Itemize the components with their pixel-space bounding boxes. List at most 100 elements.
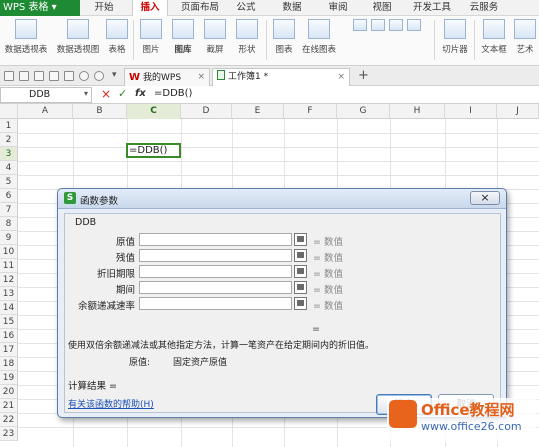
menu-data[interactable]: 数据 [274, 0, 310, 16]
print-preview-icon[interactable] [49, 71, 59, 81]
row-header[interactable]: 8 [0, 217, 18, 231]
table-button[interactable]: 表格 [104, 19, 130, 55]
row-header[interactable]: 17 [0, 343, 18, 357]
tab-my-wps[interactable]: W 我的WPS × [124, 68, 210, 86]
column-header[interactable]: F [284, 104, 337, 119]
new-tab-button[interactable]: + [358, 68, 369, 83]
row-header[interactable]: 22 [0, 413, 18, 427]
wps-w-icon: W [129, 72, 141, 83]
column-header[interactable]: D [181, 104, 232, 119]
active-cell-c3[interactable]: =DDB() [126, 143, 181, 158]
online-chart-icon [308, 19, 330, 39]
row-header[interactable]: 3 [0, 147, 18, 161]
menu-review[interactable]: 审阅 [320, 0, 356, 16]
column-header[interactable]: B [73, 104, 127, 119]
pivot-table-button[interactable]: 数据透视表 [2, 19, 50, 55]
row-header[interactable]: 11 [0, 259, 18, 273]
shape-button[interactable]: 形状 [232, 19, 262, 55]
menu-developer[interactable]: 开发工具 [408, 0, 456, 16]
format-painter-icon[interactable] [64, 71, 74, 81]
range-select-icon[interactable] [294, 249, 307, 262]
print-icon[interactable] [34, 71, 44, 81]
arg-label: 原值 [115, 237, 135, 248]
arg-result: = 数值 [313, 237, 343, 248]
column-header[interactable]: E [232, 104, 284, 119]
row-header[interactable]: 20 [0, 385, 18, 399]
select-all-corner[interactable] [0, 104, 18, 119]
dialog-title-bar[interactable]: S 函数参数 × [58, 189, 506, 209]
grid-line [18, 175, 539, 176]
close-tab-icon[interactable]: × [197, 69, 205, 86]
row-header[interactable]: 4 [0, 161, 18, 175]
arg-result: = 数值 [313, 253, 343, 264]
slicer-button[interactable]: 切片器 [438, 19, 472, 55]
tab-workbook1[interactable]: 工作簿1 * × [212, 68, 350, 86]
row-header[interactable]: 21 [0, 399, 18, 413]
row-header[interactable]: 9 [0, 231, 18, 245]
salvage-input[interactable] [139, 249, 292, 262]
period-input[interactable] [139, 281, 292, 294]
pivot-chart-button[interactable]: 数据透视图 [54, 19, 102, 55]
open-folder-icon[interactable] [4, 71, 14, 81]
column-header[interactable]: I [445, 104, 497, 119]
help-link[interactable]: 有关该函数的帮助(H) [68, 397, 154, 410]
menu-page-layout[interactable]: 页面布局 [176, 0, 224, 16]
row-header[interactable]: 15 [0, 315, 18, 329]
picture-button[interactable]: 图片 [136, 19, 166, 55]
range-select-icon[interactable] [294, 297, 307, 310]
chart-types-group[interactable] [342, 19, 432, 31]
row-header[interactable]: 16 [0, 329, 18, 343]
wordart-button[interactable]: 艺术 [512, 19, 538, 55]
factor-input[interactable] [139, 297, 292, 310]
screenshot-button[interactable]: 截屏 [200, 19, 230, 55]
column-header[interactable]: H [390, 104, 445, 119]
row-header[interactable]: 19 [0, 371, 18, 385]
name-box[interactable]: DDB [0, 87, 92, 103]
name-box-dropdown-icon[interactable]: ▾ [84, 89, 88, 98]
redo-icon[interactable] [94, 71, 104, 81]
online-chart-button[interactable]: 在线图表 [300, 19, 338, 55]
row-header[interactable]: 13 [0, 287, 18, 301]
undo-icon[interactable] [79, 71, 89, 81]
close-icon[interactable]: × [470, 191, 500, 205]
close-tab-icon[interactable]: × [337, 69, 345, 86]
life-input[interactable] [139, 265, 292, 278]
row-header[interactable]: 7 [0, 203, 18, 217]
formula-input[interactable]: =DDB() [154, 88, 534, 102]
menu-insert[interactable]: 插入 [132, 0, 168, 16]
ribbon-separator [474, 20, 475, 60]
spreadsheet-doc-icon [217, 70, 225, 80]
menu-formulas[interactable]: 公式 [228, 0, 264, 16]
row-header[interactable]: 6 [0, 189, 18, 203]
range-select-icon[interactable] [294, 233, 307, 246]
row-header[interactable]: 5 [0, 175, 18, 189]
menu-view[interactable]: 视图 [364, 0, 400, 16]
column-header[interactable]: C [127, 104, 181, 119]
column-header[interactable]: G [337, 104, 390, 119]
row-header[interactable]: 10 [0, 245, 18, 259]
row-header[interactable]: 14 [0, 301, 18, 315]
chart-button[interactable]: 图表 [270, 19, 298, 55]
row-header[interactable]: 23 [0, 427, 18, 441]
row-header[interactable]: 1 [0, 119, 18, 133]
row-header[interactable]: 12 [0, 273, 18, 287]
confirm-formula-icon[interactable]: ✓ [118, 87, 127, 100]
row-header[interactable]: 18 [0, 357, 18, 371]
range-select-icon[interactable] [294, 281, 307, 294]
cost-input[interactable] [139, 233, 292, 246]
cancel-formula-icon[interactable]: × [101, 87, 111, 101]
quick-access-dropdown-icon[interactable]: ▾ [112, 70, 117, 80]
insert-function-icon[interactable]: fx [135, 88, 146, 99]
row-header[interactable]: 2 [0, 133, 18, 147]
save-icon[interactable] [19, 71, 29, 81]
range-select-icon[interactable] [294, 265, 307, 278]
pivot-table-icon [15, 19, 37, 39]
gallery-button[interactable]: 图库 [168, 19, 198, 55]
column-headers: A B C D E F G H I J [0, 104, 539, 119]
wps-app-menu-button[interactable]: WPS 表格 ▾ [0, 0, 80, 16]
textbox-button[interactable]: 文本框 [476, 19, 512, 55]
menu-home[interactable]: 开始 [86, 0, 122, 16]
menu-cloud[interactable]: 云服务 [462, 0, 506, 16]
column-header[interactable]: J [497, 104, 539, 119]
column-header[interactable]: A [18, 104, 73, 119]
